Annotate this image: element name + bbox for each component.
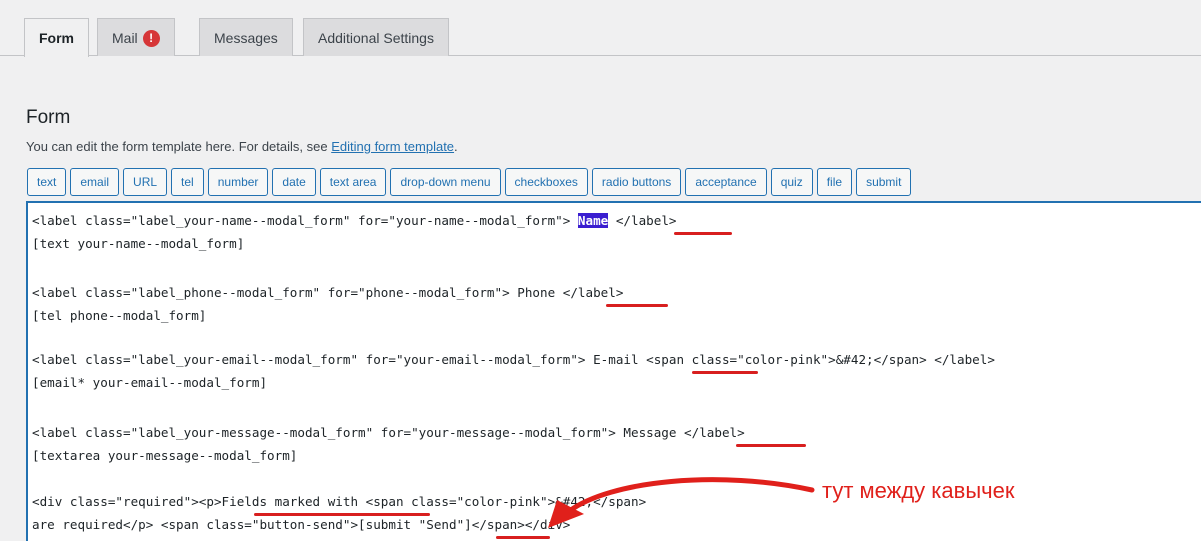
- annotation-arrow-icon: [548, 477, 815, 528]
- annotation-text: тут между кавычек: [822, 478, 1015, 503]
